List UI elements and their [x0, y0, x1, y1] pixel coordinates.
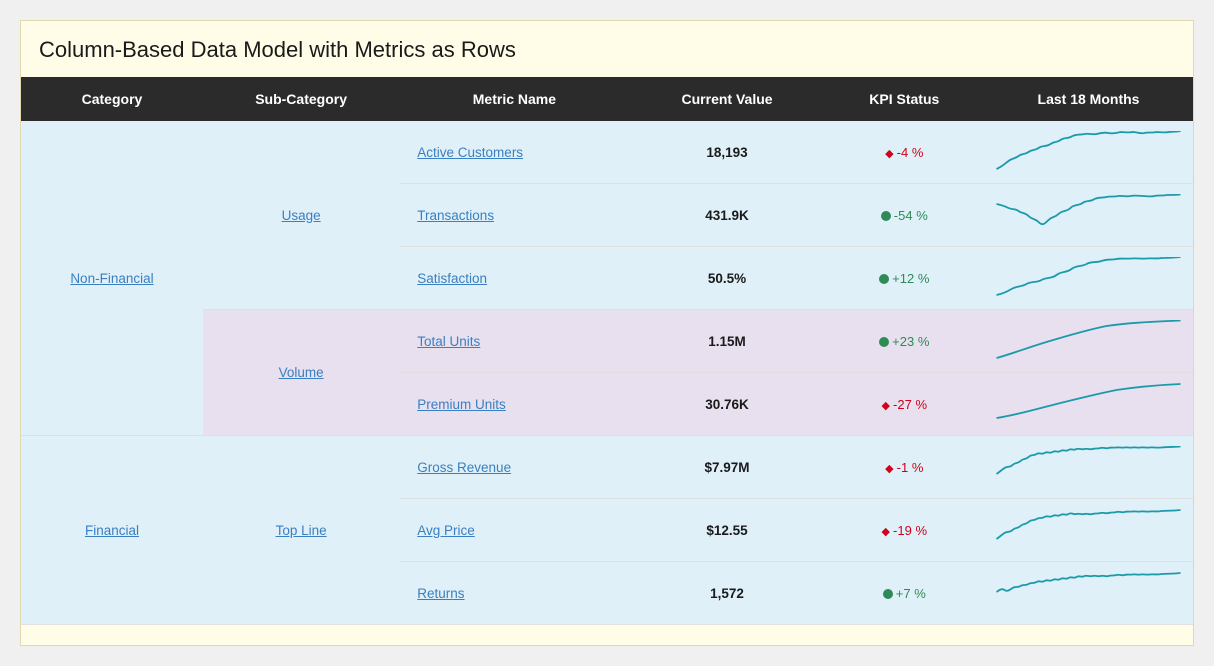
- main-container: Column-Based Data Model with Metrics as …: [20, 20, 1194, 646]
- metric-link[interactable]: Active Customers: [417, 145, 523, 160]
- kpi-status-cell: +7 %: [825, 562, 984, 625]
- metric-link[interactable]: Returns: [417, 586, 464, 601]
- subcategory-cell[interactable]: Top Line: [203, 436, 399, 625]
- circle-icon: [879, 274, 889, 284]
- metric-link[interactable]: Transactions: [417, 208, 494, 223]
- kpi-pct: +7 %: [896, 586, 926, 601]
- kpi-pct: -27 %: [893, 397, 927, 412]
- subcategory-cell[interactable]: Volume: [203, 310, 399, 436]
- kpi-pct: -54 %: [894, 208, 928, 223]
- col-header-sparkline: Last 18 Months: [984, 77, 1193, 121]
- metric-link[interactable]: Premium Units: [417, 397, 506, 412]
- col-header-value: Current Value: [630, 77, 825, 121]
- metric-name-cell: Active Customers: [399, 121, 629, 184]
- metric-name-cell: Transactions: [399, 184, 629, 247]
- col-header-category: Category: [21, 77, 203, 121]
- current-value-cell: $7.97M: [630, 436, 825, 499]
- metric-name-cell: Gross Revenue: [399, 436, 629, 499]
- sparkline-path: [997, 321, 1181, 359]
- sparkline-cell: [984, 436, 1193, 499]
- kpi-pct: -4 %: [897, 145, 924, 160]
- kpi-pct: +23 %: [892, 334, 929, 349]
- metric-link[interactable]: Gross Revenue: [417, 460, 511, 475]
- kpi-status-cell: ◆ -4 %: [825, 121, 984, 184]
- current-value-cell: 18,193: [630, 121, 825, 184]
- sparkline-path: [997, 447, 1181, 475]
- kpi-pct: -19 %: [893, 523, 927, 538]
- sparkline-path: [997, 573, 1181, 592]
- sparkline-cell: [984, 562, 1193, 625]
- category-cell[interactable]: Financial: [21, 436, 203, 625]
- col-header-kpi: KPI Status: [825, 77, 984, 121]
- kpi-status-cell: ◆ -19 %: [825, 499, 984, 562]
- metric-link[interactable]: Total Units: [417, 334, 480, 349]
- diamond-icon: ◆: [882, 400, 894, 412]
- current-value-cell: 50.5%: [630, 247, 825, 310]
- diamond-icon: ◆: [882, 526, 894, 538]
- kpi-pct: +12 %: [892, 271, 929, 286]
- sparkline-path: [997, 510, 1181, 539]
- sparkline-cell: [984, 373, 1193, 436]
- sparkline-path: [997, 384, 1181, 418]
- diamond-icon: ◆: [885, 148, 897, 160]
- current-value-cell: $12.55: [630, 499, 825, 562]
- metric-name-cell: Returns: [399, 562, 629, 625]
- metric-name-cell: Satisfaction: [399, 247, 629, 310]
- kpi-status-cell: +12 %: [825, 247, 984, 310]
- sparkline-path: [997, 131, 1181, 169]
- category-cell[interactable]: Non-Financial: [21, 121, 203, 436]
- table-row: Non-FinancialUsageActive Customers18,193…: [21, 121, 1193, 184]
- col-header-subcategory: Sub-Category: [203, 77, 399, 121]
- current-value-cell: 431.9K: [630, 184, 825, 247]
- metric-name-cell: Avg Price: [399, 499, 629, 562]
- circle-icon: [879, 337, 889, 347]
- kpi-pct: -1 %: [897, 460, 924, 475]
- sparkline-path: [997, 195, 1181, 225]
- circle-icon: [883, 589, 893, 599]
- table-header-row: Category Sub-Category Metric Name Curren…: [21, 77, 1193, 121]
- current-value-cell: 1,572: [630, 562, 825, 625]
- sparkline-cell: [984, 499, 1193, 562]
- sparkline-cell: [984, 121, 1193, 184]
- metric-link[interactable]: Satisfaction: [417, 271, 487, 286]
- sparkline-path: [997, 257, 1181, 295]
- metric-link[interactable]: Avg Price: [417, 523, 475, 538]
- subcategory-cell[interactable]: Usage: [203, 121, 399, 310]
- sparkline-cell: [984, 247, 1193, 310]
- current-value-cell: 30.76K: [630, 373, 825, 436]
- diamond-icon: ◆: [885, 463, 897, 475]
- kpi-status-cell: +23 %: [825, 310, 984, 373]
- circle-icon: [881, 211, 891, 221]
- table-row: FinancialTop LineGross Revenue$7.97M◆ -1…: [21, 436, 1193, 499]
- metrics-table: Category Sub-Category Metric Name Curren…: [21, 77, 1193, 625]
- metric-name-cell: Total Units: [399, 310, 629, 373]
- kpi-status-cell: ◆ -1 %: [825, 436, 984, 499]
- metric-name-cell: Premium Units: [399, 373, 629, 436]
- kpi-status-cell: ◆ -27 %: [825, 373, 984, 436]
- sparkline-cell: [984, 184, 1193, 247]
- current-value-cell: 1.15M: [630, 310, 825, 373]
- kpi-status-cell: -54 %: [825, 184, 984, 247]
- page-title: Column-Based Data Model with Metrics as …: [21, 21, 1193, 77]
- sparkline-cell: [984, 310, 1193, 373]
- col-header-metric: Metric Name: [399, 77, 629, 121]
